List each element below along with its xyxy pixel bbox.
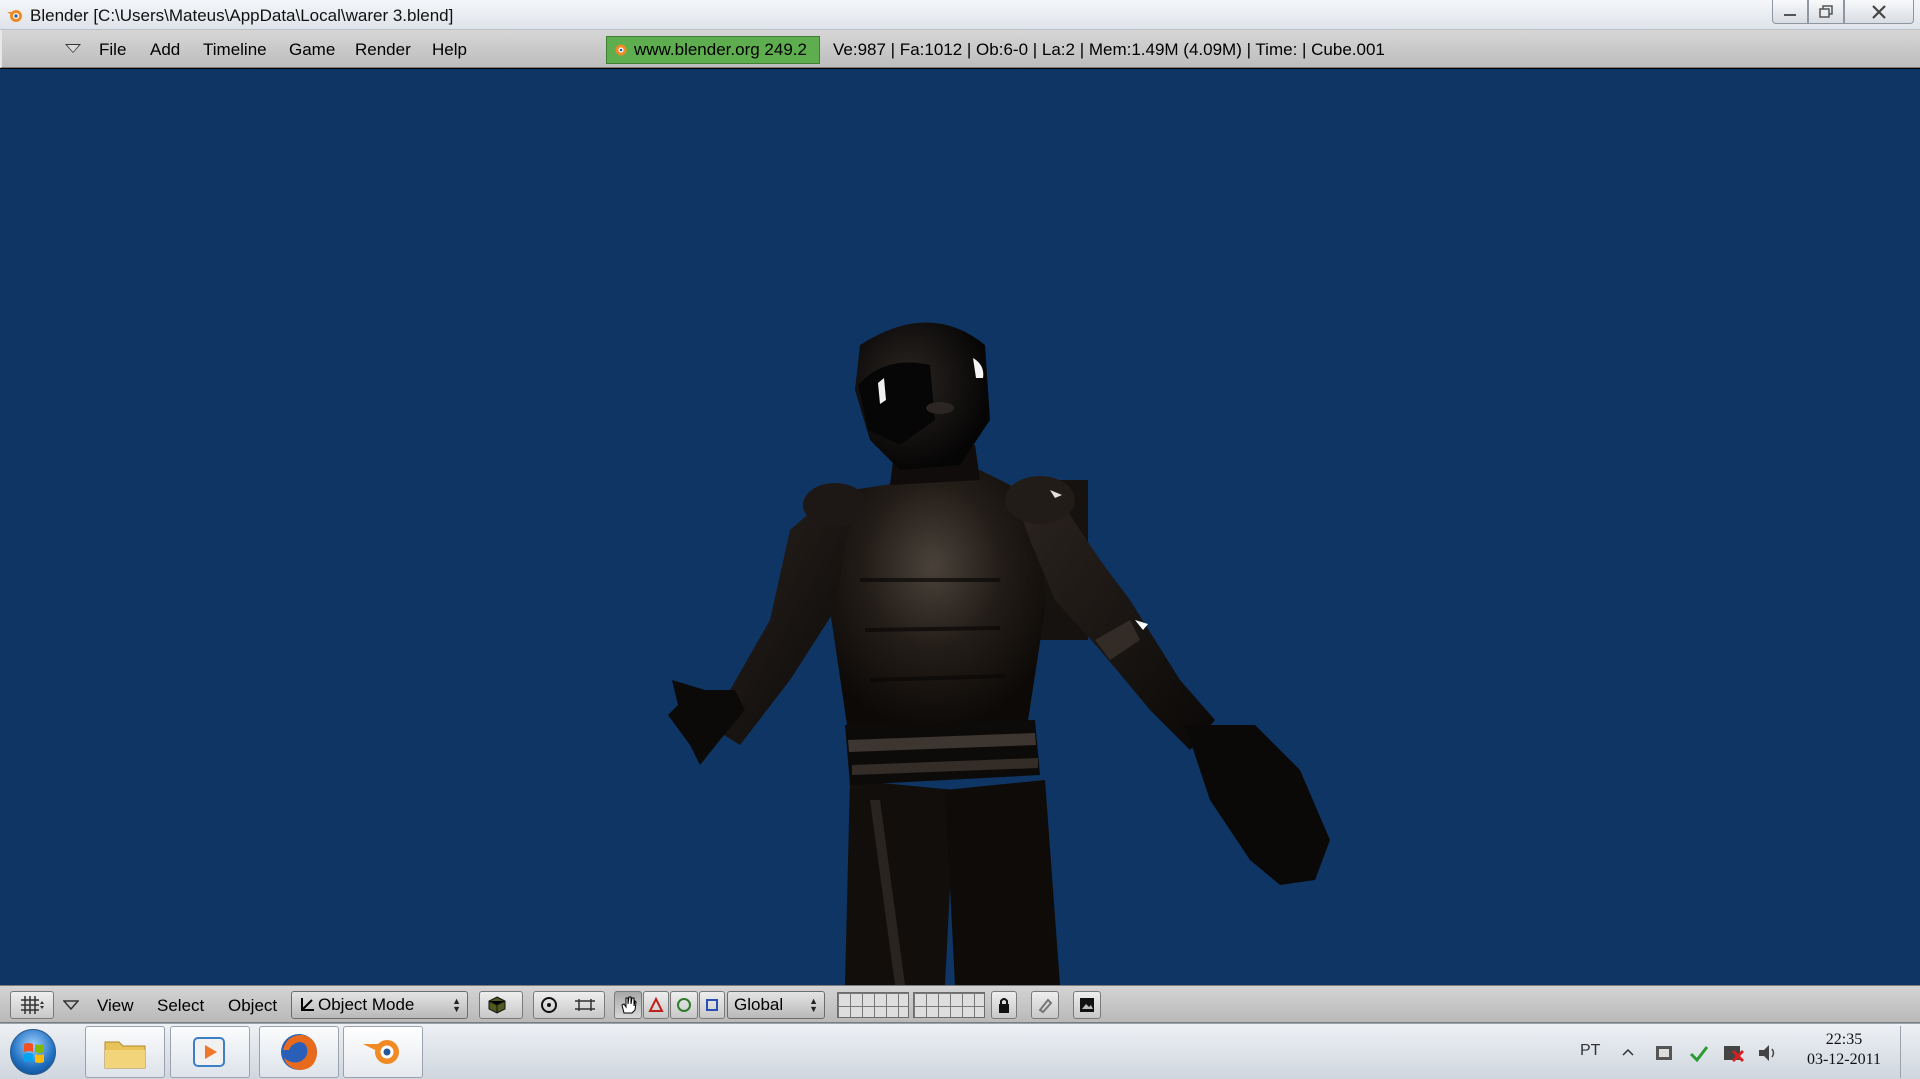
circle-icon <box>677 998 691 1012</box>
menu-game[interactable]: Game <box>289 40 335 60</box>
3d-viewport[interactable] <box>0 69 1920 985</box>
tray-expand-icon[interactable] <box>1622 1048 1634 1056</box>
image-icon <box>1080 998 1094 1012</box>
updown-arrows-icon: ▲ ▼ <box>452 996 461 1014</box>
minimize-button[interactable] <box>1772 0 1808 24</box>
taskbar-firefox[interactable] <box>259 1026 339 1078</box>
blender-app-icon <box>7 10 22 22</box>
window-title-bar: Blender [C:\Users\Mateus\AppData\Local\w… <box>0 0 1920 30</box>
restore-button[interactable] <box>1808 0 1844 24</box>
menu-render[interactable]: Render <box>355 40 411 60</box>
snap-icon <box>1038 998 1053 1014</box>
taskbar-explorer[interactable] <box>85 1026 165 1078</box>
file-explorer-icon <box>104 1041 146 1069</box>
scale-manipulator[interactable] <box>699 991 725 1019</box>
menu-file[interactable]: File <box>99 40 126 60</box>
header-collapse-arrow-icon[interactable] <box>63 1000 79 1010</box>
3d-view-header: View Select Object Object Mode ▲ ▼ Global… <box>0 985 1920 1023</box>
blender-icon <box>363 1040 399 1064</box>
updown-arrows-icon: ▲ ▼ <box>809 996 818 1014</box>
render-preview-button[interactable] <box>1073 991 1101 1019</box>
translate-manipulator[interactable] <box>643 991 669 1019</box>
scene-stats: Ve:987 | Fa:1012 | Ob:6-0 | La:2 | Mem:1… <box>833 40 1385 59</box>
character-model <box>668 322 1330 985</box>
triangle-icon <box>648 997 664 1012</box>
windows-logo-icon <box>24 1043 44 1063</box>
checkmark-icon[interactable] <box>1688 1042 1710 1064</box>
restore-icon <box>1819 4 1833 18</box>
network-error-icon[interactable] <box>1721 1041 1745 1065</box>
taskbar: PT 22:35 03-12-2011 <box>0 1023 1920 1079</box>
lock-layers-button[interactable] <box>991 991 1017 1019</box>
taskbar-media-player[interactable] <box>170 1026 250 1078</box>
device-icon[interactable] <box>1653 1042 1675 1064</box>
taskbar-blender[interactable] <box>343 1026 423 1078</box>
clock-time: 22:35 <box>1825 1031 1863 1048</box>
layer-buttons-group-1[interactable] <box>837 992 909 1018</box>
grid-icon <box>21 996 44 1014</box>
show-desktop-button[interactable] <box>1900 1026 1918 1078</box>
blender-site-label: www.blender.org 249.2 <box>634 40 807 59</box>
firefox-icon <box>281 1034 317 1070</box>
menu-add[interactable]: Add <box>150 40 180 60</box>
orientation-label: Global <box>734 995 784 1014</box>
object-mode-icon <box>301 998 314 1011</box>
menu-select[interactable]: Select <box>157 996 204 1016</box>
mode-label: Object Mode <box>318 995 415 1014</box>
snap-button[interactable] <box>1031 991 1059 1019</box>
close-icon <box>1872 4 1886 19</box>
pivot-icon <box>541 997 595 1013</box>
blender-logo-icon <box>615 44 627 56</box>
clock-date: 03-12-2011 <box>1806 1051 1882 1068</box>
menu-help[interactable]: Help <box>432 40 467 60</box>
language-indicator[interactable]: PT <box>1580 1042 1600 1060</box>
shading-solid-icon <box>488 996 506 1014</box>
minimize-icon <box>1784 13 1796 16</box>
close-button[interactable] <box>1844 0 1914 24</box>
lock-icon <box>999 998 1009 1013</box>
header-collapse-arrow-icon[interactable] <box>65 44 81 53</box>
rotate-manipulator[interactable] <box>670 991 698 1019</box>
square-icon <box>706 999 718 1011</box>
media-player-icon <box>193 1037 225 1067</box>
menu-object[interactable]: Object <box>228 996 277 1016</box>
orientation-dropdown[interactable]: Global ▲ ▼ <box>727 991 825 1019</box>
menu-view[interactable]: View <box>97 996 134 1016</box>
manipulator-toggle[interactable] <box>614 991 642 1019</box>
hand-icon <box>621 996 637 1014</box>
editor-type-button[interactable] <box>10 991 54 1019</box>
system-clock[interactable]: 22:35 03-12-2011 <box>1796 1030 1892 1070</box>
blender-site-badge[interactable]: www.blender.org 249.2 <box>606 36 820 64</box>
draw-type-button[interactable] <box>479 991 523 1019</box>
layer-buttons-group-2[interactable] <box>913 992 985 1018</box>
window-title: Blender [C:\Users\Mateus\AppData\Local\w… <box>30 6 454 25</box>
pivot-button[interactable] <box>533 991 605 1019</box>
volume-icon[interactable] <box>1756 1042 1778 1064</box>
mode-dropdown[interactable]: Object Mode ▲ ▼ <box>291 991 468 1019</box>
menu-timeline[interactable]: Timeline <box>203 40 267 60</box>
start-button[interactable] <box>10 1029 56 1075</box>
